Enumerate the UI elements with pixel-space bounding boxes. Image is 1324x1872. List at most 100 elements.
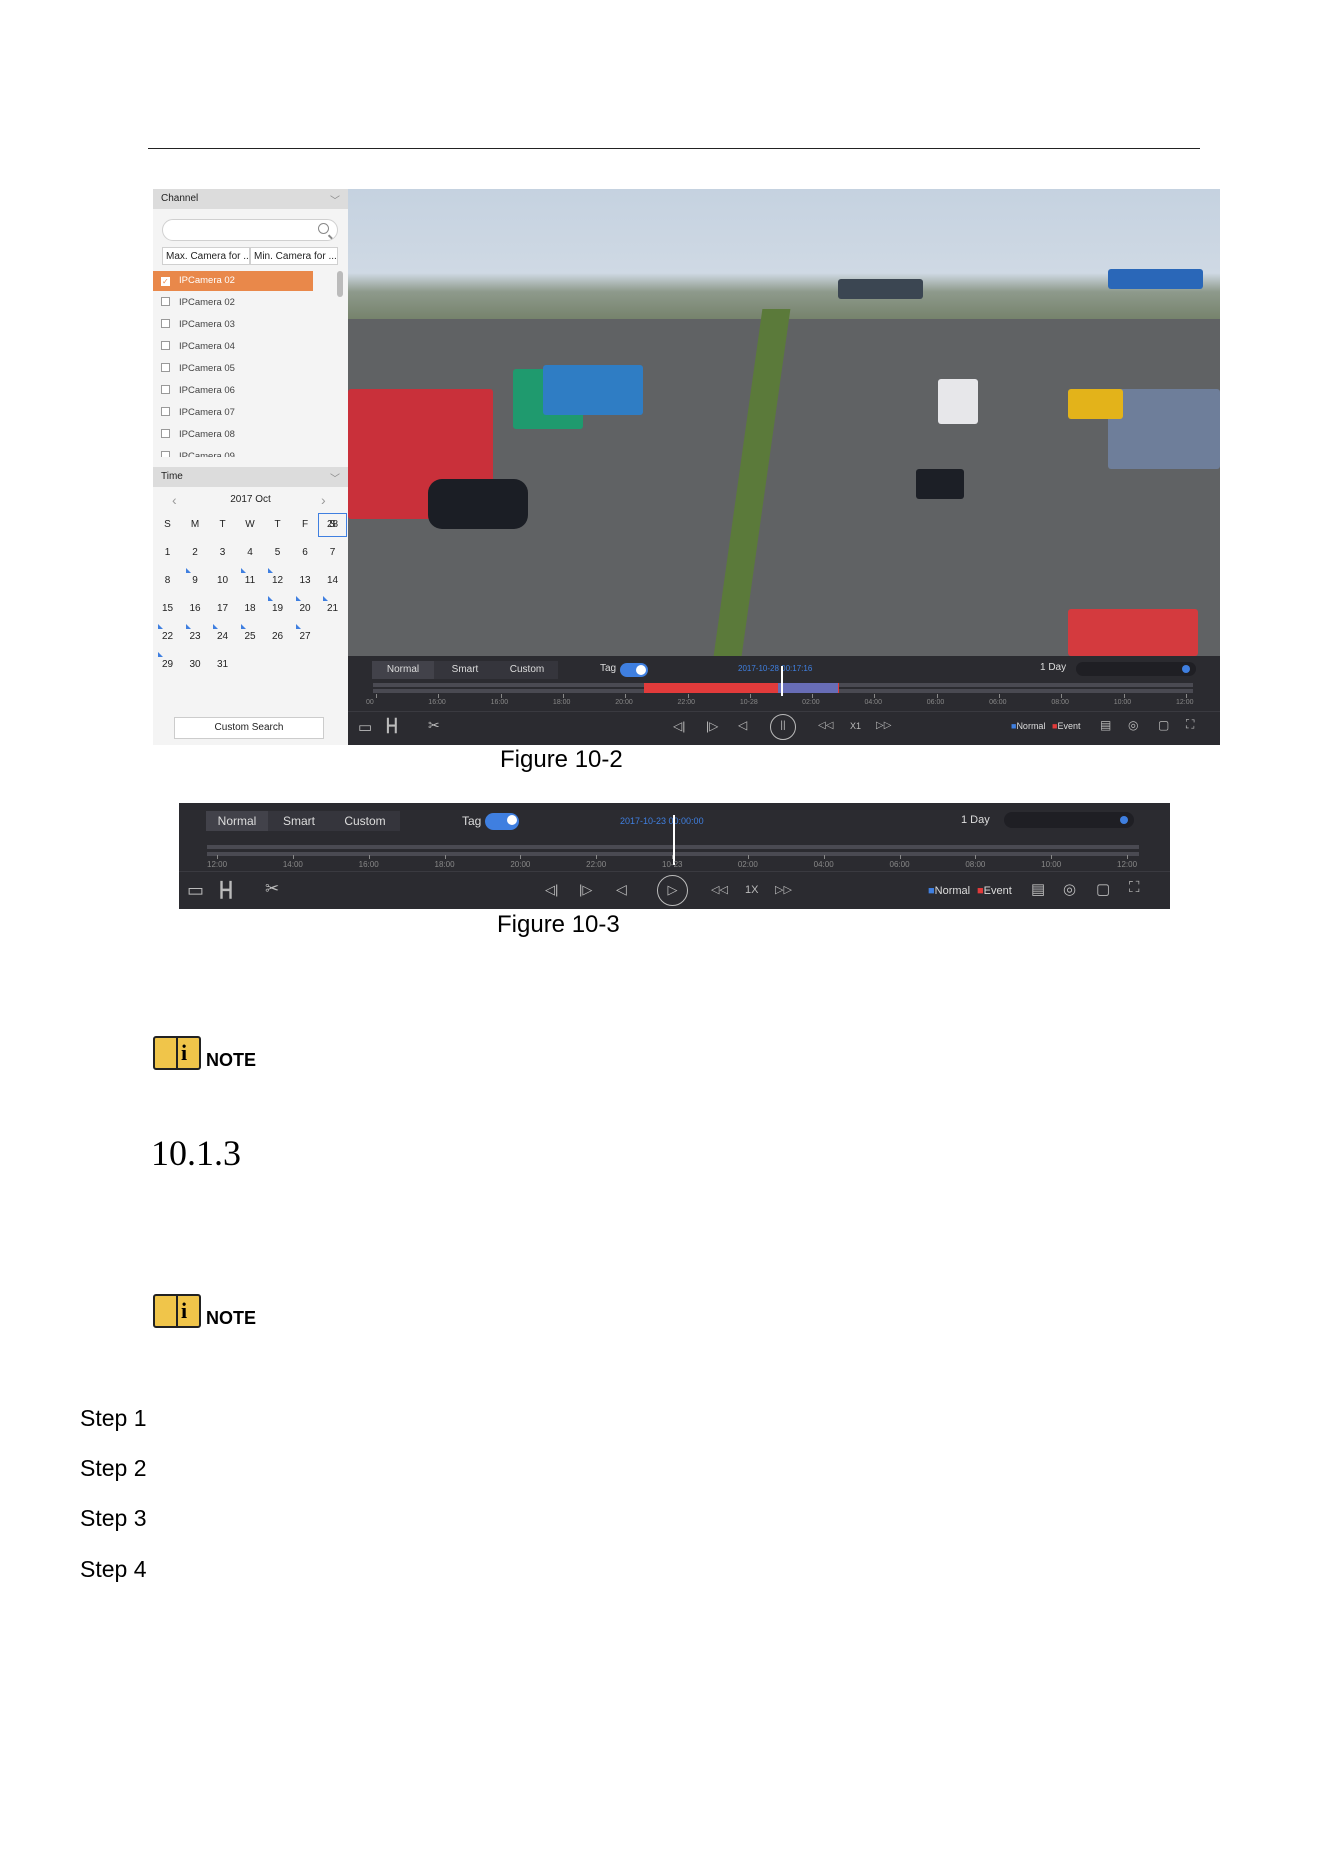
zoom-slider-handle[interactable] <box>1182 665 1190 673</box>
window-icon[interactable]: ▢ <box>1158 718 1169 732</box>
clip-scissors-icon[interactable]: ✂ <box>265 879 279 899</box>
calendar-day[interactable]: 23 <box>182 624 209 642</box>
time-section-header[interactable]: Time ﹀ <box>153 467 348 487</box>
column-header-max[interactable]: Max. Camera for ... <box>162 247 250 265</box>
camera-list-item[interactable]: IPCamera 06 <box>153 381 313 401</box>
prev-frame-icon[interactable]: ◁| <box>545 882 558 898</box>
tab-smart[interactable]: Smart <box>434 661 496 679</box>
timeline-cursor[interactable] <box>781 666 783 696</box>
pause-button[interactable]: || <box>770 714 796 740</box>
calendar-day[interactable]: 1 <box>154 547 181 558</box>
zoom-slider-handle[interactable] <box>1120 816 1128 824</box>
tag-list-icon[interactable]: ▤ <box>1100 718 1111 732</box>
calendar-day[interactable]: 16 <box>182 603 209 614</box>
reverse-play-icon[interactable]: ◁ <box>616 881 627 898</box>
calendar-day[interactable]: 7 <box>319 547 346 558</box>
folder-icon[interactable]: ▭ <box>358 718 372 736</box>
column-header-min[interactable]: Min. Camera for ... <box>250 247 338 265</box>
timeline-cursor[interactable] <box>673 815 675 865</box>
calendar-day[interactable]: 6 <box>292 547 319 558</box>
tag-toggle[interactable] <box>620 663 648 677</box>
tab-custom[interactable]: Custom <box>496 661 558 679</box>
calendar-day[interactable]: 31 <box>209 659 236 670</box>
speed-up-icon[interactable]: ▷▷ <box>775 883 792 896</box>
camera-list-item[interactable]: IPCamera 02 <box>153 293 313 313</box>
calendar-day[interactable]: 15 <box>154 603 181 614</box>
timeline-tick-mark <box>672 855 673 859</box>
camera-list-item[interactable]: IPCamera 05 <box>153 359 313 379</box>
calendar-day[interactable]: 30 <box>182 659 209 670</box>
camera-checkbox[interactable] <box>161 429 170 438</box>
camera-snapshot-icon[interactable]: ◎ <box>1128 718 1138 732</box>
calendar-day[interactable]: 25 <box>237 624 264 642</box>
camera-snapshot-icon[interactable]: ◎ <box>1063 880 1076 898</box>
calendar-day[interactable]: 19 <box>264 596 291 614</box>
calendar-day[interactable]: 8 <box>154 575 181 586</box>
calendar-day[interactable]: 20 <box>292 596 319 614</box>
calendar-day[interactable]: 3 <box>209 547 236 558</box>
timeline-tick-label: 04:00 <box>813 860 834 869</box>
speed-up-icon[interactable]: ▷▷ <box>876 720 891 731</box>
custom-search-button[interactable]: Custom Search <box>174 717 324 739</box>
folder-icon[interactable]: ▭ <box>187 880 204 901</box>
calendar-day[interactable]: 21 <box>319 596 346 614</box>
camera-list-item[interactable]: IPCamera 09 <box>153 447 313 457</box>
calendar-day[interactable]: 9 <box>182 568 209 586</box>
zoom-slider[interactable] <box>1076 662 1196 676</box>
camera-checkbox[interactable]: ✓ <box>161 277 170 286</box>
calendar-day[interactable]: 13 <box>292 575 319 586</box>
tab-custom[interactable]: Custom <box>330 811 400 831</box>
prev-frame-icon[interactable]: ◁| <box>673 719 685 733</box>
camera-list-scrollbar[interactable] <box>337 271 343 297</box>
calendar-day[interactable]: 5 <box>264 547 291 558</box>
camera-list-item[interactable]: IPCamera 08 <box>153 425 313 445</box>
calendar-day[interactable]: 10 <box>209 575 236 586</box>
calendar-day[interactable]: 4 <box>237 547 264 558</box>
zoom-slider[interactable] <box>1004 812 1134 828</box>
calendar-day[interactable]: 28 <box>318 513 347 537</box>
channel-search-input[interactable] <box>162 219 338 241</box>
tab-normal[interactable]: Normal <box>372 661 434 679</box>
calendar-day[interactable]: 14 <box>319 575 346 586</box>
next-frame-icon[interactable]: |▷ <box>706 719 718 733</box>
timeline-tick-mark <box>1127 855 1128 859</box>
camera-list-item[interactable]: IPCamera 04 <box>153 337 313 357</box>
clip-scissors-icon[interactable]: ✂ <box>428 717 440 734</box>
window-icon[interactable]: ▢ <box>1096 880 1110 898</box>
calendar-day[interactable]: 27 <box>292 624 319 642</box>
camera-checkbox[interactable] <box>161 385 170 394</box>
tab-normal[interactable]: Normal <box>206 811 268 831</box>
fullscreen-icon[interactable]: ⛶ <box>1129 879 1140 896</box>
camera-list-item[interactable]: IPCamera 03 <box>153 315 313 335</box>
camera-list-item[interactable]: ✓ IPCamera 02 <box>153 271 313 291</box>
next-month-icon[interactable]: › <box>321 492 326 508</box>
camera-checkbox[interactable] <box>161 297 170 306</box>
play-button[interactable]: ▷ <box>657 875 688 906</box>
camera-list-item[interactable]: IPCamera 07 <box>153 403 313 423</box>
split-view-icon[interactable]: ┣┫ <box>384 718 400 734</box>
fullscreen-icon[interactable]: ⛶ <box>1186 717 1194 732</box>
tag-list-icon[interactable]: ▤ <box>1031 880 1045 898</box>
next-frame-icon[interactable]: |▷ <box>579 882 592 898</box>
calendar-day[interactable]: 29 <box>154 652 181 670</box>
camera-checkbox[interactable] <box>161 319 170 328</box>
tab-smart[interactable]: Smart <box>268 811 330 831</box>
calendar-day[interactable]: 18 <box>237 603 264 614</box>
channel-section-header[interactable]: Channel ﹀ <box>153 189 348 209</box>
split-view-icon[interactable]: ┣┫ <box>217 881 235 899</box>
calendar-day[interactable]: 22 <box>154 624 181 642</box>
camera-checkbox[interactable] <box>161 341 170 350</box>
calendar-day[interactable]: 26 <box>264 631 291 642</box>
slow-down-icon[interactable]: ◁◁ <box>711 883 728 896</box>
camera-checkbox[interactable] <box>161 363 170 372</box>
calendar-day[interactable]: 11 <box>237 568 264 586</box>
camera-checkbox[interactable] <box>161 407 170 416</box>
slow-down-icon[interactable]: ◁◁ <box>818 720 833 731</box>
calendar-day[interactable]: 24 <box>209 624 236 642</box>
calendar-day[interactable]: 12 <box>264 568 291 586</box>
calendar-day[interactable]: 17 <box>209 603 236 614</box>
camera-checkbox[interactable] <box>161 451 170 457</box>
calendar-day[interactable]: 2 <box>182 547 209 558</box>
tag-toggle[interactable] <box>485 813 519 830</box>
reverse-play-icon[interactable]: ◁ <box>738 718 747 732</box>
